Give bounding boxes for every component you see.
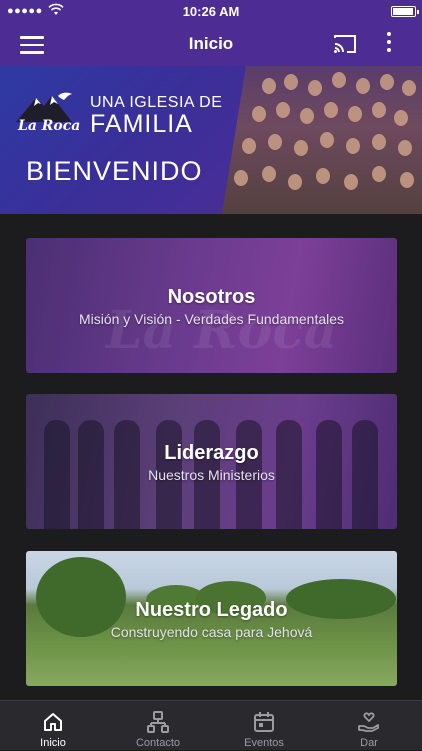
calendar-icon — [254, 712, 274, 732]
card-nosotros[interactable]: La Roca Nosotros Misión y Visión - Verda… — [26, 238, 397, 373]
bottom-tab-bar: Inicio Contacto Eventos Dar — [0, 700, 422, 750]
card-watermark-logo: La Roca — [106, 300, 338, 361]
tab-label: Inicio — [40, 737, 66, 749]
tab-inicio[interactable]: Inicio — [0, 701, 106, 751]
give-icon — [358, 712, 379, 732]
tab-label: Contacto — [135, 737, 181, 749]
logo-text: La Roca — [18, 118, 81, 134]
hero-tagline-line2: FAMILIA — [90, 110, 193, 138]
card-title: Liderazgo — [164, 442, 259, 464]
hero-banner: La Roca UNA IGLESIA DE FAMILIA BIENVENID… — [0, 66, 422, 214]
tab-eventos[interactable]: Eventos — [211, 701, 317, 751]
card-title: Nosotros — [167, 286, 256, 308]
contact-icon — [147, 711, 169, 733]
card-subtitle: Construyendo casa para Jehová — [110, 624, 313, 640]
hero-welcome-text: BIENVENIDO — [26, 156, 203, 186]
card-title: Nuestro Legado — [135, 599, 288, 621]
tab-contacto[interactable]: Contacto — [105, 701, 211, 751]
more-options-icon[interactable] — [382, 32, 396, 56]
cast-icon[interactable] — [333, 34, 357, 54]
card-nuestro-legado[interactable]: Nuestro Legado Construyendo casa para Je… — [26, 551, 397, 686]
page-title: Inicio — [188, 34, 234, 53]
tab-dar[interactable]: Dar — [316, 701, 422, 751]
battery-icon — [391, 6, 419, 17]
status-time: 10:26 AM — [182, 4, 240, 19]
tab-label: Eventos — [244, 737, 284, 749]
hero-background — [0, 66, 260, 214]
app-bar: Inicio — [0, 22, 422, 66]
tab-label: Dar — [360, 737, 378, 749]
card-subtitle: Nuestros Ministerios — [148, 467, 275, 483]
congregation-photo — [222, 66, 422, 214]
card-liderazgo[interactable]: Liderazgo Nuestros Ministerios — [26, 394, 397, 529]
status-bar: ●●●●● 10:26 AM — [0, 0, 422, 22]
home-icon — [44, 713, 62, 731]
card-subtitle: Misión y Visión - Verdades Fundamentales — [78, 311, 345, 327]
